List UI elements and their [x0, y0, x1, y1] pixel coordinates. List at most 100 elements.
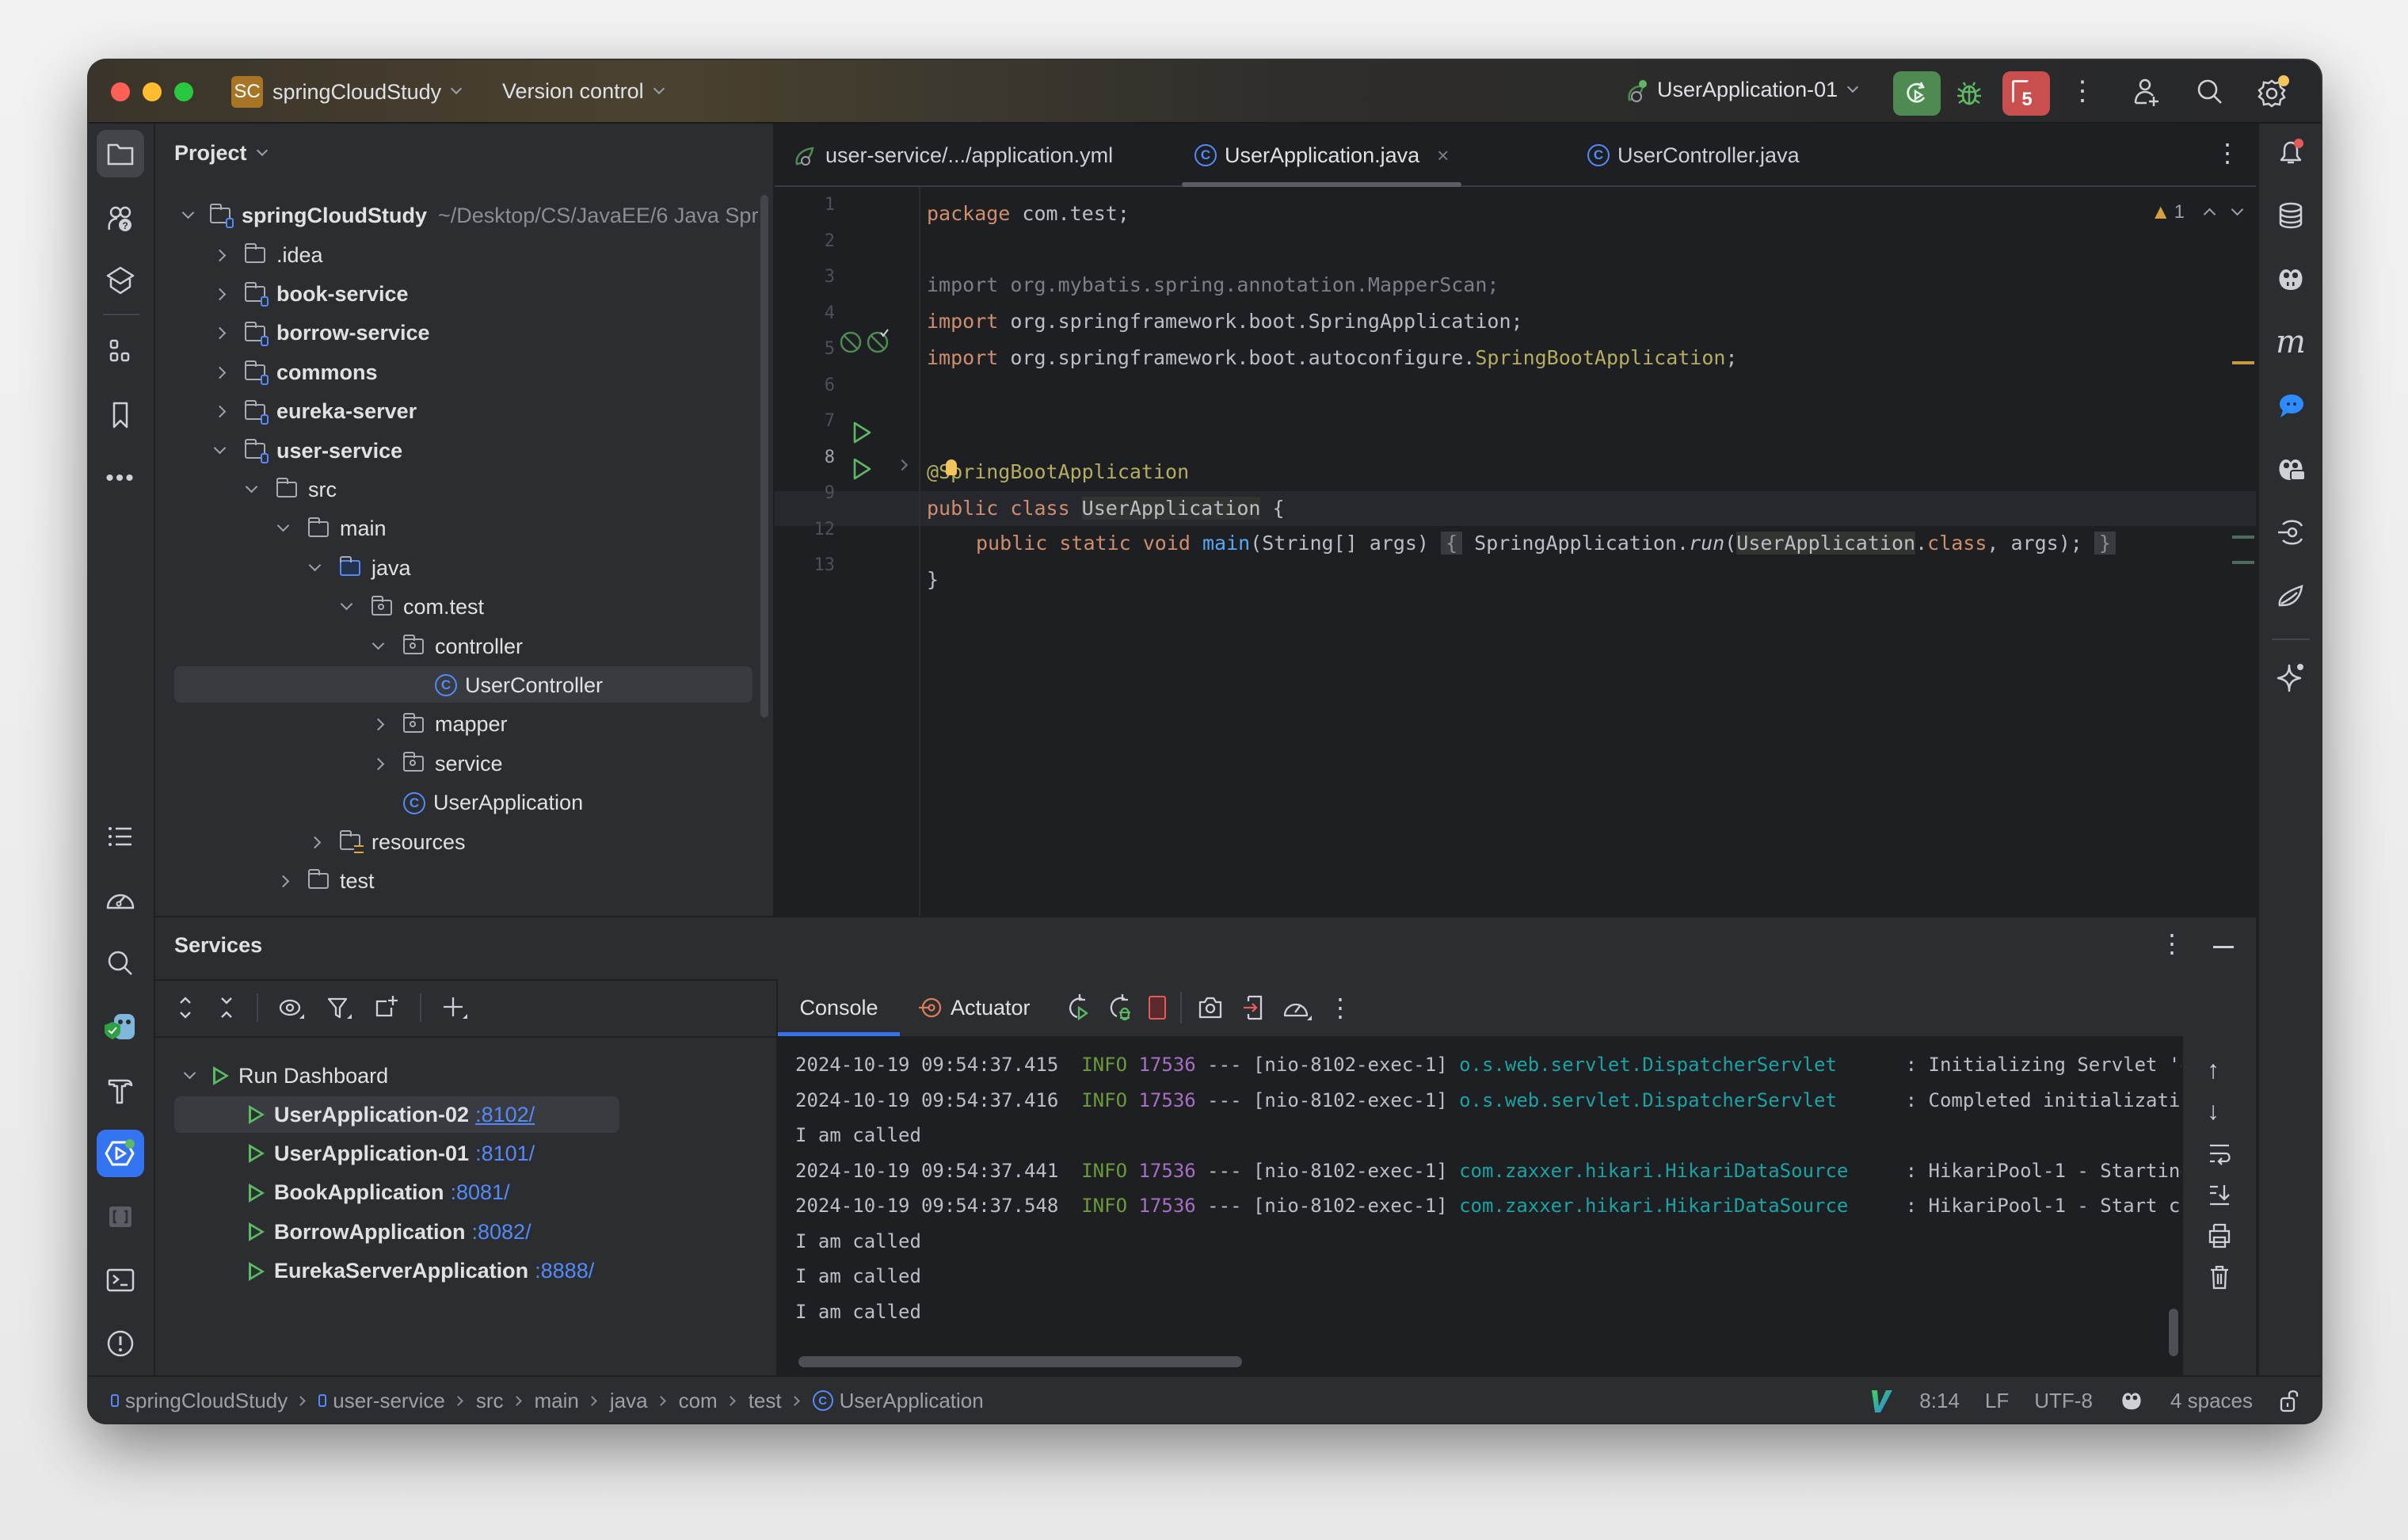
chevron-right-icon[interactable]: [276, 875, 290, 888]
chevron-right-icon[interactable]: [371, 719, 385, 731]
change-marker[interactable]: [2232, 536, 2254, 539]
intention-bulb-icon[interactable]: [946, 459, 957, 475]
minimize-window-button[interactable]: [143, 82, 162, 101]
gauge-icon[interactable]: [1282, 993, 1313, 1022]
tree-item-borrow-service[interactable]: borrow-service: [213, 314, 430, 353]
tree-item-user-service[interactable]: user-service: [213, 432, 402, 470]
chevron-down-icon[interactable]: [276, 520, 290, 532]
print-icon[interactable]: [2205, 1222, 2234, 1250]
service-port-link[interactable]: :8888/: [535, 1259, 594, 1283]
services-options-button[interactable]: ⋮: [2159, 928, 2185, 959]
todo-tool-button[interactable]: [97, 813, 144, 860]
change-marker[interactable]: [2232, 561, 2254, 564]
more-actions-button[interactable]: ⋮: [2069, 78, 2096, 105]
chevron-down-icon[interactable]: [245, 480, 258, 494]
rerun-button[interactable]: [1893, 71, 1941, 116]
tree-item-userapplication[interactable]: C UserApplication: [374, 784, 583, 822]
chevron-right-icon[interactable]: [213, 249, 227, 261]
copilot-button[interactable]: [2267, 255, 2315, 303]
breadcrumb-item[interactable]: main: [535, 1389, 579, 1413]
add-user-button[interactable]: [2131, 76, 2162, 112]
terminal-tool-button[interactable]: [97, 1256, 144, 1304]
indent-setting[interactable]: 4 spaces: [2170, 1389, 2253, 1413]
run-class-gutter-button[interactable]: [851, 420, 873, 449]
breadcrumb-item[interactable]: src: [476, 1389, 504, 1413]
tab-application-yml[interactable]: user-service/.../application.yml: [794, 124, 1113, 187]
code-line-12[interactable]: }: [927, 562, 939, 597]
project-switcher[interactable]: SC springCloudStudy: [231, 76, 463, 108]
tree-item-test[interactable]: test: [276, 862, 375, 900]
line-ending[interactable]: LF: [1985, 1389, 2009, 1413]
project-tool-button[interactable]: [97, 130, 144, 177]
chevron-right-icon[interactable]: [213, 288, 227, 301]
add-service-icon[interactable]: [440, 993, 469, 1022]
close-tab-icon[interactable]: ×: [1437, 143, 1449, 168]
learning-tool-button[interactable]: [97, 257, 144, 304]
breadcrumb-item[interactable]: test: [749, 1389, 782, 1413]
rerun-debug-icon[interactable]: [1106, 992, 1134, 1023]
chevron-down-icon[interactable]: [308, 558, 322, 571]
notifications-button[interactable]: [2267, 128, 2315, 176]
version-control-menu[interactable]: Version control: [502, 79, 665, 104]
rerun-icon[interactable]: [1063, 992, 1092, 1023]
tree-item-main[interactable]: main: [276, 510, 387, 548]
inspection-widget[interactable]: ▲ 1: [2151, 200, 2244, 224]
database-button[interactable]: [2267, 192, 2315, 239]
stop-icon[interactable]: [1149, 996, 1166, 1020]
tree-item-eureka-server[interactable]: eureka-server: [213, 393, 417, 431]
tree-item-resources[interactable]: resources: [308, 823, 466, 861]
file-encoding[interactable]: UTF-8: [2034, 1389, 2093, 1413]
scroll-up-icon[interactable]: ↑: [2207, 1055, 2219, 1084]
scroll-down-icon[interactable]: ↓: [2207, 1096, 2219, 1126]
service-port-link[interactable]: :8082/: [472, 1220, 532, 1245]
settings-button[interactable]: [2256, 74, 2291, 113]
tree-root[interactable]: springCloudStudy ~/Desktop/CS/JavaEE/6 J…: [181, 196, 758, 234]
console-vertical-scrollbar[interactable]: [2169, 1309, 2178, 1356]
console-output[interactable]: 2024-10-19 09:54:37.415 INFO 17536 --- […: [778, 1036, 2203, 1375]
more-actions-icon[interactable]: ⋮: [1328, 995, 1353, 1020]
new-group-icon[interactable]: [372, 993, 401, 1022]
chevron-right-icon[interactable]: [371, 757, 385, 770]
tree-vertical-scrollbar[interactable]: [760, 195, 768, 718]
code-line-4[interactable]: import org.springframework.boot.SpringAp…: [927, 304, 1523, 339]
code-line-9[interactable]: public static void main(String[] args) {…: [976, 526, 2116, 561]
learn-tool-button[interactable]: ?: [97, 195, 144, 242]
code-line-3[interactable]: import org.mybatis.spring.annotation.Map…: [927, 268, 1499, 303]
security-plugin-button[interactable]: [97, 1003, 144, 1050]
unlock-icon[interactable]: [2278, 1387, 2302, 1414]
tab-more-button[interactable]: ⋮: [2215, 138, 2240, 168]
tree-item-src[interactable]: src: [245, 471, 337, 509]
bookmarks-tool-button[interactable]: [97, 391, 144, 439]
search-everywhere-button[interactable]: [2194, 76, 2226, 112]
close-window-button[interactable]: [111, 82, 130, 101]
fold-expand-icon[interactable]: [896, 459, 909, 471]
bean-gutter-icons[interactable]: [838, 328, 893, 360]
warning-marker[interactable]: [2232, 361, 2254, 364]
cursor-position[interactable]: 8:14: [1919, 1389, 1960, 1413]
tab-console[interactable]: Console: [778, 979, 900, 1036]
tree-item-commons[interactable]: commons: [213, 353, 378, 391]
spring-tool-button[interactable]: [2267, 572, 2315, 619]
chevron-right-icon[interactable]: [213, 327, 227, 340]
service-port-link[interactable]: :8102/: [475, 1103, 535, 1127]
trash-icon[interactable]: [2205, 1263, 2234, 1291]
code-line-7[interactable]: @SpringBootApplication: [927, 455, 1189, 490]
code-line-5[interactable]: import org.springframework.boot.autoconf…: [927, 341, 1738, 375]
hide-panel-button[interactable]: [2213, 946, 2234, 948]
collapse-all-icon[interactable]: [215, 993, 238, 1022]
debug-button[interactable]: [1953, 78, 1985, 113]
chevron-down-icon[interactable]: [213, 441, 227, 454]
service-port-link[interactable]: :8081/: [451, 1180, 510, 1205]
tree-item-mapper[interactable]: mapper: [371, 706, 508, 744]
chevron-down-icon[interactable]: [371, 637, 385, 650]
profiler-tool-button[interactable]: [97, 876, 144, 924]
find-tool-button[interactable]: [97, 940, 144, 987]
filter-icon[interactable]: [325, 993, 353, 1022]
console-horizontal-scrollbar[interactable]: [798, 1356, 1242, 1367]
service-item[interactable]: BorrowApplication:8082/: [249, 1213, 532, 1251]
copilot-chat-button[interactable]: [2267, 445, 2315, 493]
tree-item-book-service[interactable]: book-service: [213, 275, 409, 313]
maven-button[interactable]: m: [2267, 318, 2315, 366]
tree-item-idea[interactable]: .idea: [213, 236, 323, 274]
run-main-gutter-button[interactable]: [851, 456, 873, 486]
